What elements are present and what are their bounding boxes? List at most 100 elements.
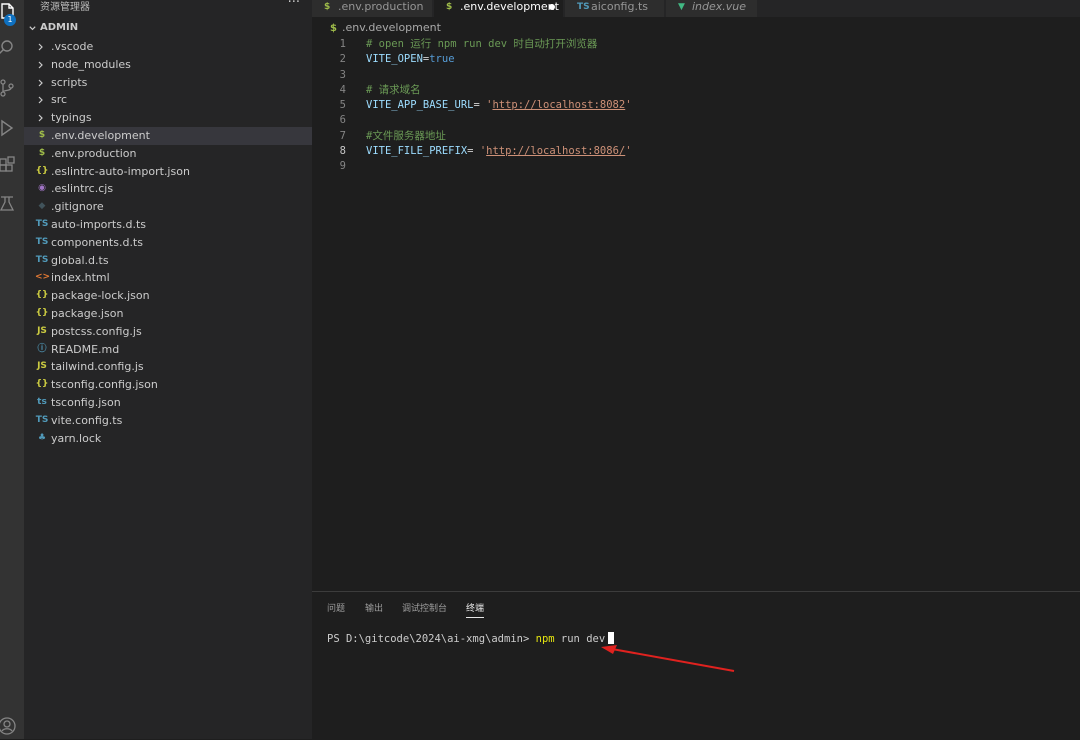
tab-file-icon: $ bbox=[446, 2, 453, 12]
quote: ' bbox=[625, 145, 632, 158]
folder-item[interactable]: .vscode bbox=[24, 38, 312, 56]
code-line: 2 VITE_OPEN=true bbox=[312, 52, 1080, 67]
workspace-name: ADMIN bbox=[40, 22, 79, 33]
tree-item-label: tsconfig.json bbox=[51, 395, 121, 409]
line-number: 2 bbox=[339, 53, 346, 66]
file-item[interactable]: TS auto-imports.d.ts bbox=[24, 216, 312, 234]
tab-file-icon: ▼ bbox=[678, 2, 685, 12]
breadcrumb-file[interactable]: .env.development bbox=[342, 21, 441, 34]
eslint-file-icon: ◉ bbox=[38, 183, 46, 194]
json-file-icon: {} bbox=[35, 379, 49, 390]
explorer-sidebar: 资源管理器 ··· ADMIN .vscode node_modules scrip… bbox=[24, 0, 312, 739]
code-line: 7 #文件服务器地址 bbox=[312, 129, 1080, 144]
url-link[interactable]: http://localhost:8086/ bbox=[486, 145, 625, 157]
file-item[interactable]: $ .env.production bbox=[24, 145, 312, 163]
tab-output[interactable]: 输出 bbox=[365, 601, 383, 614]
tab-file-icon: $ bbox=[324, 2, 331, 12]
code-line: 5 VITE_APP_BASE_URL= 'http://localhost:80… bbox=[312, 98, 1080, 113]
workspace-section-header[interactable]: ADMIN bbox=[24, 20, 312, 38]
file-item[interactable]: {} .eslintrc-auto-import.json bbox=[24, 163, 312, 181]
extensions-icon[interactable] bbox=[0, 156, 24, 178]
tree-item-label: .vscode bbox=[51, 40, 94, 53]
search-icon[interactable] bbox=[0, 38, 24, 60]
explorer-icon[interactable]: 1 bbox=[0, 2, 24, 26]
line-content: # 请求域名 bbox=[366, 83, 421, 98]
tab-file-icon: TS bbox=[577, 2, 590, 12]
tab-terminal[interactable]: 终端 bbox=[466, 601, 485, 618]
env-value: true bbox=[429, 53, 455, 66]
quote: ' bbox=[625, 99, 632, 112]
file-item[interactable]: ts tsconfig.json bbox=[24, 394, 312, 412]
account-icon[interactable] bbox=[0, 716, 24, 738]
line-number: 5 bbox=[339, 99, 346, 112]
folder-item[interactable]: node_modules bbox=[24, 56, 312, 74]
file-tree: .vscode node_modules scripts src typings $ .en… bbox=[24, 38, 312, 447]
env-key: VITE_OPEN bbox=[366, 53, 423, 66]
file-item[interactable]: {} tsconfig.config.json bbox=[24, 376, 312, 394]
chevron-right-icon bbox=[38, 96, 43, 104]
line-content: VITE_OPEN=true bbox=[366, 52, 455, 67]
tab-problems[interactable]: 问题 bbox=[327, 601, 345, 614]
tsconfig-file-icon: ts bbox=[37, 396, 47, 407]
tree-item-label: auto-imports.d.ts bbox=[51, 217, 146, 231]
tab-env-production[interactable]: $ .env.production bbox=[312, 0, 433, 17]
yarn-file-icon: ♣ bbox=[37, 432, 47, 443]
line-content: VITE_APP_BASE_URL= 'http://localhost:808… bbox=[366, 98, 632, 113]
chevron-right-icon bbox=[38, 61, 43, 69]
json-file-icon: {} bbox=[35, 290, 49, 301]
assign-op: = bbox=[473, 99, 487, 112]
env-key: VITE_APP_BASE_URL bbox=[366, 99, 474, 112]
code-line: 6 bbox=[312, 113, 1080, 128]
folder-item[interactable]: src bbox=[24, 91, 312, 109]
file-item[interactable]: TS vite.config.ts bbox=[24, 412, 312, 430]
ts-file-icon: TS bbox=[35, 218, 49, 229]
editor-tab-bar: $ .env.production $ .env.development TS aicon… bbox=[312, 0, 1080, 17]
breadcrumb[interactable]: $ .env.development bbox=[330, 21, 441, 34]
tab-index-vue[interactable]: ▼ index.vue bbox=[666, 0, 758, 17]
tree-item-label: yarn.lock bbox=[51, 431, 102, 445]
ts-file-icon: TS bbox=[35, 414, 49, 425]
tree-item-label: package.json bbox=[51, 306, 124, 320]
file-item[interactable]: JS postcss.config.js bbox=[24, 323, 312, 341]
code-editor[interactable]: 1 # open 运行 npm run dev 时自动打开浏览器 2 VITE_OPE… bbox=[312, 37, 1080, 175]
line-content: #文件服务器地址 bbox=[366, 129, 446, 144]
file-item[interactable]: TS components.d.ts bbox=[24, 234, 312, 252]
url-link[interactable]: http://localhost:8082 bbox=[492, 99, 625, 111]
unsaved-dot-icon[interactable] bbox=[549, 4, 555, 10]
js-file-icon: JS bbox=[37, 325, 47, 336]
file-item[interactable]: ⓘ README.md bbox=[24, 341, 312, 359]
chevron-right-icon bbox=[38, 114, 43, 122]
tab-debug-console[interactable]: 调试控制台 bbox=[402, 601, 447, 614]
tree-item-label: README.md bbox=[51, 342, 120, 356]
folder-item[interactable]: typings bbox=[24, 109, 312, 127]
run-debug-icon[interactable] bbox=[0, 118, 24, 140]
git-file-icon: ◆ bbox=[38, 201, 46, 212]
file-item[interactable]: <> index.html bbox=[24, 269, 312, 287]
folder-item[interactable]: scripts bbox=[24, 74, 312, 92]
tab-label: .env.production bbox=[338, 0, 424, 13]
tree-item-label: postcss.config.js bbox=[51, 324, 142, 338]
file-item[interactable]: ◉ .eslintrc.cjs bbox=[24, 180, 312, 198]
tab-env-development[interactable]: $ .env.development bbox=[434, 0, 564, 17]
file-item[interactable]: JS tailwind.config.js bbox=[24, 358, 312, 376]
terminal[interactable]: PS D:\gitcode\2024\ai-xmg\admin> npm run… bbox=[327, 632, 615, 645]
env-file-icon: $ bbox=[330, 23, 337, 34]
code-comment: # open 运行 npm run dev 时自动打开浏览器 bbox=[366, 38, 598, 50]
file-item[interactable]: ◆ .gitignore bbox=[24, 198, 312, 216]
terminal-command: npm bbox=[535, 633, 555, 645]
line-number: 7 bbox=[339, 129, 346, 142]
line-content: # open 运行 npm run dev 时自动打开浏览器 bbox=[366, 37, 597, 52]
file-item[interactable]: ♣ yarn.lock bbox=[24, 430, 312, 448]
tab-aiconfig-ts[interactable]: TS aiconfig.ts bbox=[565, 0, 665, 17]
tree-item-label: .env.production bbox=[51, 146, 137, 160]
file-item[interactable]: TS global.d.ts bbox=[24, 252, 312, 270]
more-actions-button[interactable]: ··· bbox=[288, 0, 300, 10]
tab-label: index.vue bbox=[692, 0, 747, 13]
file-item[interactable]: {} package.json bbox=[24, 305, 312, 323]
tab-label: aiconfig.ts bbox=[591, 0, 648, 13]
source-control-icon[interactable] bbox=[0, 78, 24, 100]
testing-icon[interactable] bbox=[0, 194, 24, 216]
file-item[interactable]: $ .env.development bbox=[24, 126, 312, 145]
code-line: 3 bbox=[312, 68, 1080, 83]
file-item[interactable]: {} package-lock.json bbox=[24, 287, 312, 305]
